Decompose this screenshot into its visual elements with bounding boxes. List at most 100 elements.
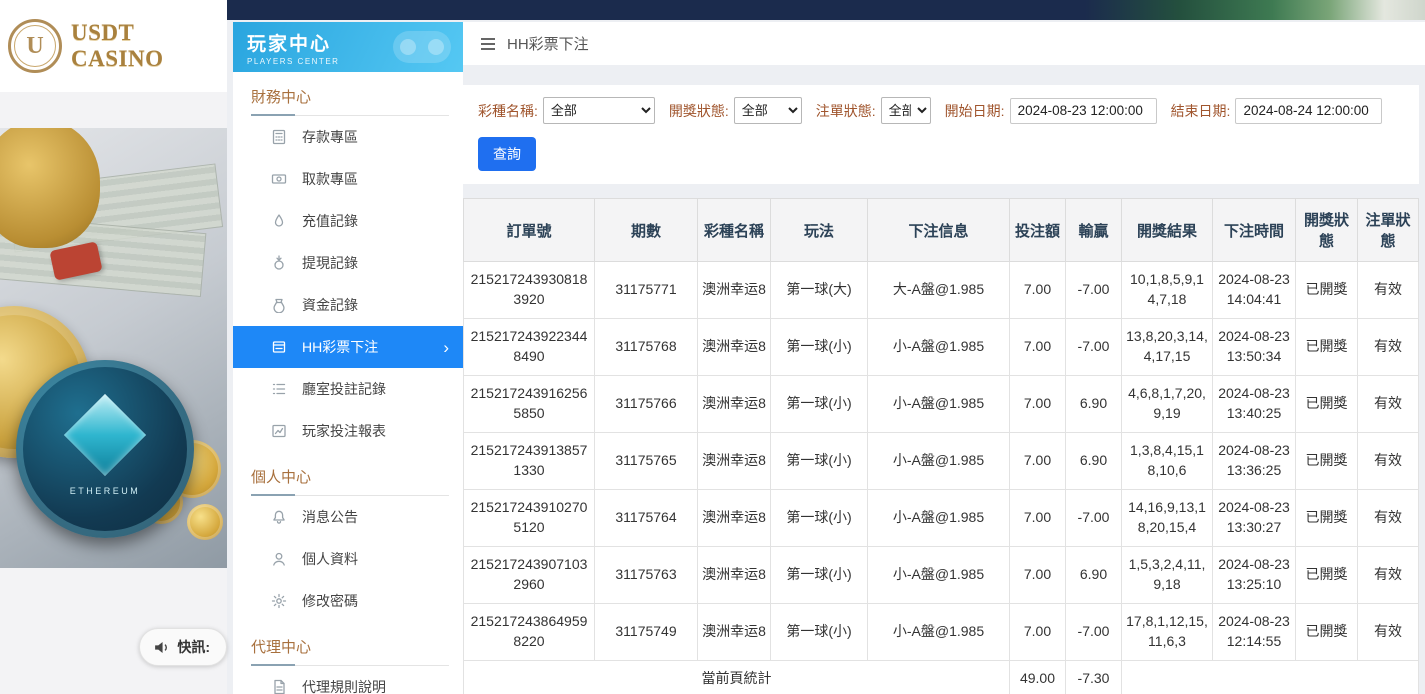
search-button[interactable]: 查詢 [478,137,536,171]
draw-result-cell: 13,8,20,3,14,4,17,15 [1122,319,1213,376]
filter-row: 彩種名稱: 全部 開獎狀態: 全部 注單狀態: 全部 開始日期: 結束日期: [478,97,1404,124]
sidebar-item-label: 修改密碼 [302,591,358,611]
ethereum-coin-label: ETHEREUM [16,486,194,496]
section-title: 財務中心 [233,72,463,116]
bet-status-cell: 有效 [1358,319,1419,376]
main-region: 玩家中心 PLAYERS CENTER 財務中心存款專區取款專區充值記錄提現記錄… [227,0,1425,694]
sidebar-item-user[interactable]: 個人資料 [233,538,463,580]
sidebar-item-label: 取款專區 [302,169,358,189]
bets-table-card: 訂單號期數彩種名稱玩法下注信息投注額輸贏開獎結果下注時間開獎狀態注單狀態 215… [463,198,1419,694]
column-header: 開獎結果 [1122,199,1213,262]
win-loss-cell: 6.90 [1066,376,1122,433]
column-header: 輸贏 [1066,199,1122,262]
order-no-cell: 2152172439308183920 [464,262,595,319]
chevron-right-icon: › [443,339,449,356]
table-row: 215217243907103296031175763澳洲幸运8第一球(小)小-… [464,547,1419,604]
column-header: 開獎狀態 [1296,199,1358,262]
start-date-input[interactable] [1010,98,1157,124]
brand-logo[interactable]: U USDT CASINO [0,0,227,92]
sidebar-item-document[interactable]: 代理規則說明 [233,666,463,694]
sidebar-item-chart[interactable]: 玩家投注報表 [233,410,463,452]
chart-icon [271,423,287,439]
section-title: 個人中心 [233,452,463,496]
bet-info-cell: 小-A盤@1.985 [868,433,1010,490]
bet-amount-cell: 7.00 [1010,433,1066,490]
brand-name: USDT CASINO [71,20,219,72]
bet-status-select[interactable]: 全部 [881,97,931,124]
lottery-filter-label: 彩種名稱: [478,101,538,121]
play-type-cell: 第一球(大) [771,262,868,319]
column-header: 彩種名稱 [698,199,771,262]
sidebar-item-list[interactable]: 廳室投註記錄 [233,368,463,410]
play-type-cell: 第一球(小) [771,319,868,376]
draw-result-cell: 1,5,3,2,4,11,9,18 [1122,547,1213,604]
column-header: 玩法 [771,199,868,262]
draw-status-cell: 已開獎 [1296,262,1358,319]
win-loss-cell: 6.90 [1066,433,1122,490]
news-ticker-button[interactable]: 快訊: [139,628,227,666]
bet-info-cell: 小-A盤@1.985 [868,604,1010,661]
draw-result-cell: 4,6,8,1,7,20,9,19 [1122,376,1213,433]
summary-empty [1122,661,1419,694]
banner-image-decor [1085,0,1425,20]
column-header: 訂單號 [464,199,595,262]
gear-icon [271,593,287,609]
sidebar-menu: 財務中心存款專區取款專區充值記錄提現記錄資金記錄HH彩票下注›廳室投註記錄玩家投… [233,72,463,694]
speaker-icon [153,639,170,656]
bet-time-cell: 2024-08-23 13:50:34 [1213,319,1296,376]
bet-status-cell: 有效 [1358,604,1419,661]
top-banner [227,0,1425,20]
lottery-select[interactable]: 全部 [543,97,655,124]
draw-status-cell: 已開獎 [1296,433,1358,490]
order-no-cell: 2152172439102705120 [464,490,595,547]
column-header: 注單狀態 [1358,199,1419,262]
period-cell: 31175763 [595,547,698,604]
column-header: 投注額 [1010,199,1066,262]
gamepad-icon [393,31,451,63]
draw-status-select[interactable]: 全部 [734,97,802,124]
table-row: 215217243930818392031175771澳洲幸运8第一球(大)大-… [464,262,1419,319]
bet-amount-cell: 7.00 [1010,319,1066,376]
bet-time-cell: 2024-08-23 13:25:10 [1213,547,1296,604]
money-bag-decor [0,128,100,248]
bet-status-cell: 有效 [1358,262,1419,319]
bell-icon [271,509,287,525]
column-header: 下注時間 [1213,199,1296,262]
order-no-cell: 2152172439071032960 [464,547,595,604]
sidebar-item-gear[interactable]: 修改密碼 [233,580,463,622]
promo-image: ETHEREUM [0,128,227,568]
period-cell: 31175764 [595,490,698,547]
sidebar-item-banknote[interactable]: 取款專區 [233,158,463,200]
sidebar-item-lottery-ticket[interactable]: HH彩票下注› [233,326,463,368]
sidebar-item-bell[interactable]: 消息公告 [233,496,463,538]
sidebar-item-coin-arrow[interactable]: 提現記錄 [233,242,463,284]
lottery-name-cell: 澳洲幸运8 [698,490,771,547]
banknote-icon [271,171,287,187]
lottery-name-cell: 澳洲幸运8 [698,262,771,319]
document-icon [271,679,287,694]
sidebar-item-moneybag[interactable]: 資金記錄 [233,284,463,326]
bet-amount-cell: 7.00 [1010,262,1066,319]
sidebar-item-label: 提現記錄 [302,253,358,273]
page-title: HH彩票下注 [507,33,589,54]
page-header: HH彩票下注 [463,22,1425,65]
list-icon [271,381,287,397]
sidebar-item-droplet[interactable]: 充值記錄 [233,200,463,242]
bet-info-cell: 小-A盤@1.985 [868,490,1010,547]
lottery-ticket-icon [271,339,287,355]
section-title: 代理中心 [233,622,463,666]
menu-toggle-icon[interactable] [480,37,496,51]
play-type-cell: 第一球(小) [771,376,868,433]
sidebar-item-calculator[interactable]: 存款專區 [233,116,463,158]
win-loss-cell: -7.00 [1066,490,1122,547]
calculator-icon [271,129,287,145]
end-date-input[interactable] [1235,98,1382,124]
play-type-cell: 第一球(小) [771,490,868,547]
sidebar: 玩家中心 PLAYERS CENTER 財務中心存款專區取款專區充值記錄提現記錄… [233,22,463,694]
draw-status-filter-label: 開獎狀態: [669,101,729,121]
lottery-name-cell: 澳洲幸运8 [698,604,771,661]
draw-status-cell: 已開獎 [1296,376,1358,433]
table-header-row: 訂單號期數彩種名稱玩法下注信息投注額輸贏開獎結果下注時間開獎狀態注單狀態 [464,199,1419,262]
bet-status-filter-label: 注單狀態: [816,101,876,121]
period-cell: 31175765 [595,433,698,490]
